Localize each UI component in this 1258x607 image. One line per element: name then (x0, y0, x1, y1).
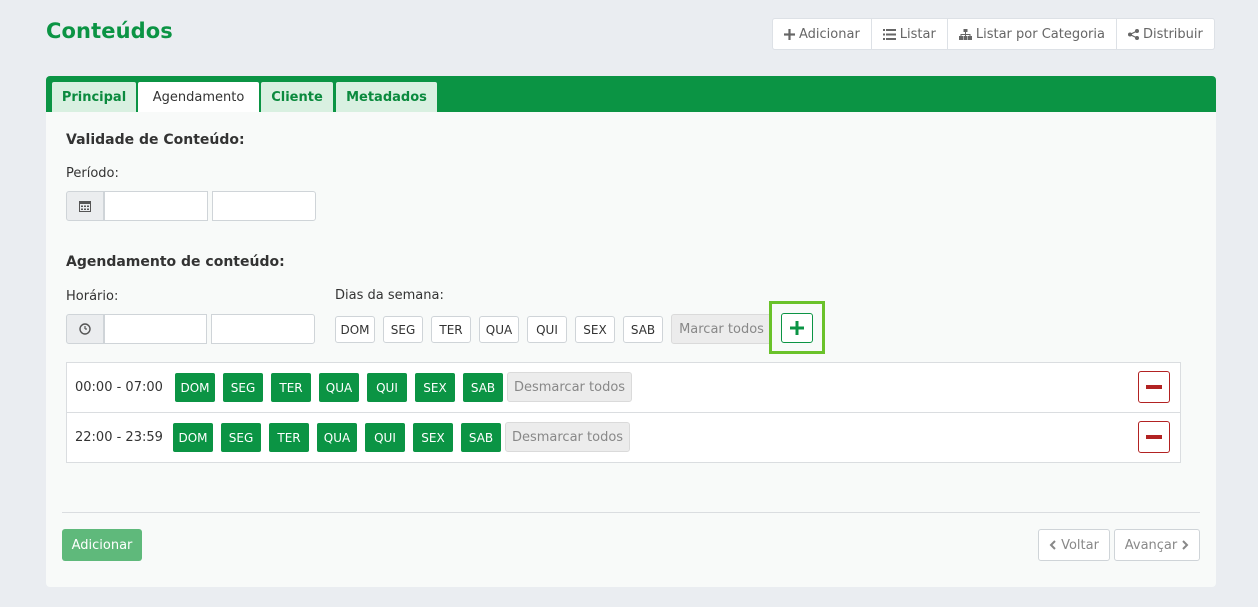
add-schedule-button[interactable] (781, 313, 813, 343)
chevron-right-icon (1182, 540, 1189, 550)
day-toggle-sab[interactable]: SAB (623, 316, 663, 343)
submit-add-button[interactable]: Adicionar (62, 529, 142, 561)
validity-title: Validade de Conteúdo: (66, 132, 245, 148)
minus-icon (1146, 385, 1162, 389)
next-label: Avançar (1124, 537, 1178, 553)
calendar-addon (66, 191, 104, 221)
end-time-input[interactable] (211, 314, 315, 344)
day-toggle-qua[interactable]: QUA (479, 316, 519, 343)
schedule-list: 00:00 - 07:00 DOM SEG TER QUA QUI SEX SA… (66, 362, 1181, 463)
back-button[interactable]: Voltar (1038, 529, 1110, 561)
row-day-sab[interactable]: SAB (461, 423, 501, 452)
tab-metadados[interactable]: Metadados (336, 82, 437, 112)
schedule-time: 00:00 - 07:00 (75, 380, 163, 395)
list-by-category-label: Listar por Categoria (975, 26, 1105, 42)
row-day-qua[interactable]: QUA (317, 423, 357, 452)
row-day-qui[interactable]: QUI (365, 423, 405, 452)
list-by-category-button[interactable]: Listar por Categoria (948, 19, 1117, 49)
row-day-dom[interactable]: DOM (173, 423, 213, 452)
time-label: Horário: (66, 289, 119, 304)
calendar-icon (79, 201, 91, 212)
tab-bar: Principal Agendamento Cliente Metadados (46, 76, 1216, 112)
unmark-all-button[interactable]: Desmarcar todos (505, 422, 630, 452)
add-content-button[interactable]: Adicionar (773, 19, 872, 49)
period-end-input[interactable] (212, 191, 316, 221)
start-time-input[interactable] (104, 314, 207, 344)
row-day-dom[interactable]: DOM (175, 373, 215, 402)
tab-principal[interactable]: Principal (52, 82, 136, 112)
top-actions: Adicionar Listar Listar por Categoria Di… (772, 18, 1215, 50)
back-label: Voltar (1061, 537, 1099, 553)
row-day-seg[interactable]: SEG (221, 423, 261, 452)
day-toggle-dom[interactable]: DOM (335, 316, 375, 343)
row-day-qui[interactable]: QUI (367, 373, 407, 402)
plus-icon (790, 321, 804, 335)
minus-icon (1146, 435, 1162, 439)
row-day-sab[interactable]: SAB (463, 373, 503, 402)
day-toggle-sex[interactable]: SEX (575, 316, 615, 343)
row-day-sex[interactable]: SEX (413, 423, 453, 452)
day-toggle-qui[interactable]: QUI (527, 316, 567, 343)
row-day-sex[interactable]: SEX (415, 373, 455, 402)
tab-cliente[interactable]: Cliente (261, 82, 333, 112)
distribute-label: Distribuir (1142, 26, 1203, 42)
chevron-left-icon (1049, 540, 1056, 550)
share-icon (1127, 28, 1139, 40)
clock-icon (79, 323, 91, 335)
content-card: Principal Agendamento Cliente Metadados … (46, 76, 1216, 587)
row-day-qua[interactable]: QUA (319, 373, 359, 402)
next-button[interactable]: Avançar (1114, 529, 1200, 561)
remove-schedule-button[interactable] (1138, 371, 1170, 403)
mark-all-button[interactable]: Marcar todos (671, 314, 772, 344)
tab-agendamento[interactable]: Agendamento (138, 82, 259, 112)
row-day-ter[interactable]: TER (271, 373, 311, 402)
remove-schedule-button[interactable] (1138, 421, 1170, 453)
distribute-button[interactable]: Distribuir (1117, 19, 1214, 49)
period-start-input[interactable] (104, 191, 208, 221)
plus-icon (784, 28, 795, 40)
weekdays-label: Dias da semana: (335, 288, 444, 303)
sitemap-icon (958, 28, 972, 40)
scheduling-title: Agendamento de conteúdo: (66, 254, 285, 270)
add-content-label: Adicionar (799, 26, 860, 42)
list-label: Listar (899, 26, 936, 42)
page-title: Conteúdos (46, 19, 173, 43)
unmark-all-button[interactable]: Desmarcar todos (507, 372, 632, 402)
footer-divider (62, 512, 1200, 513)
schedule-row: 00:00 - 07:00 DOM SEG TER QUA QUI SEX SA… (67, 363, 1180, 413)
row-day-seg[interactable]: SEG (223, 373, 263, 402)
list-icon (882, 28, 896, 40)
list-button[interactable]: Listar (872, 19, 948, 49)
row-day-ter[interactable]: TER (269, 423, 309, 452)
schedule-row: 22:00 - 23:59 DOM SEG TER QUA QUI SEX SA… (67, 413, 1180, 463)
day-toggle-seg[interactable]: SEG (383, 316, 423, 343)
schedule-time: 22:00 - 23:59 (75, 430, 163, 445)
day-toggle-ter[interactable]: TER (431, 316, 471, 343)
period-label: Período: (66, 166, 119, 181)
clock-addon (66, 314, 104, 344)
